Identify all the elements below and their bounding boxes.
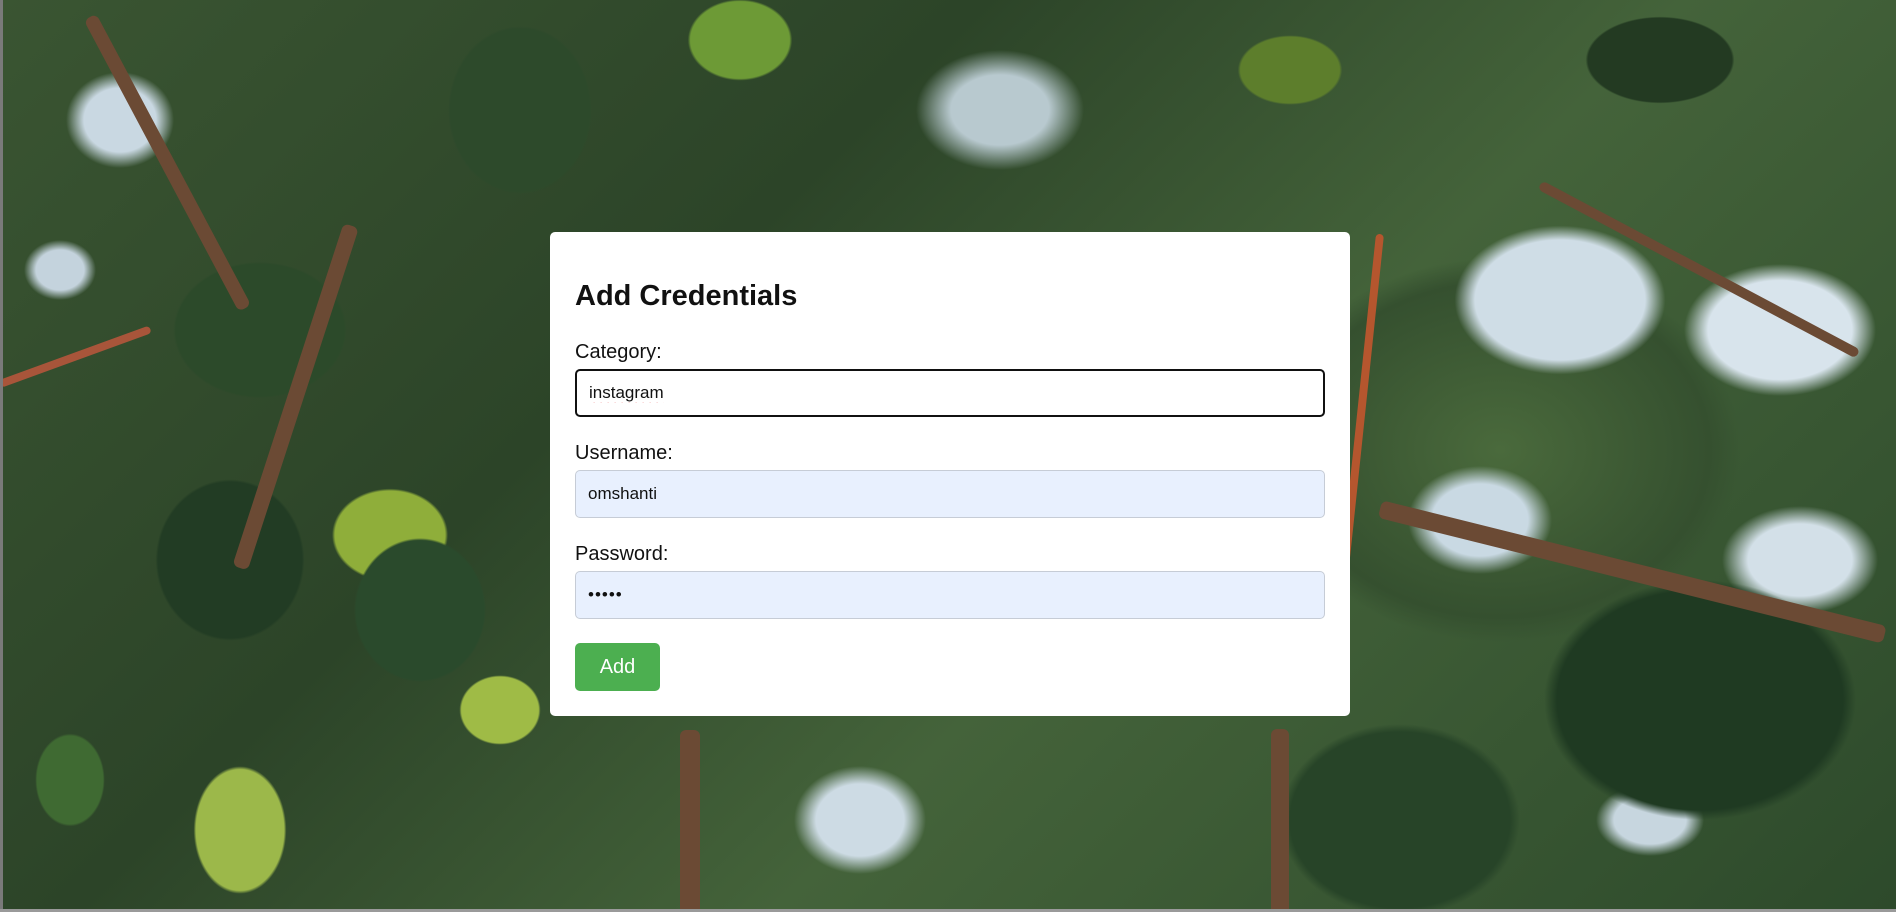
username-label: Username: — [575, 442, 673, 464]
branch — [680, 730, 700, 912]
form-title: Add Credentials — [575, 280, 798, 312]
category-input[interactable] — [575, 369, 1325, 417]
window-edge — [0, 0, 3, 912]
add-button[interactable]: Add — [575, 643, 660, 691]
branch — [1271, 729, 1289, 912]
page: Add Credentials Category: Username: Pass… — [0, 0, 1896, 912]
add-credentials-form: Add Credentials Category: Username: Pass… — [550, 232, 1350, 716]
password-label: Password: — [575, 543, 669, 565]
password-input[interactable] — [575, 571, 1325, 619]
username-input[interactable] — [575, 470, 1325, 518]
category-label: Category: — [575, 341, 662, 363]
